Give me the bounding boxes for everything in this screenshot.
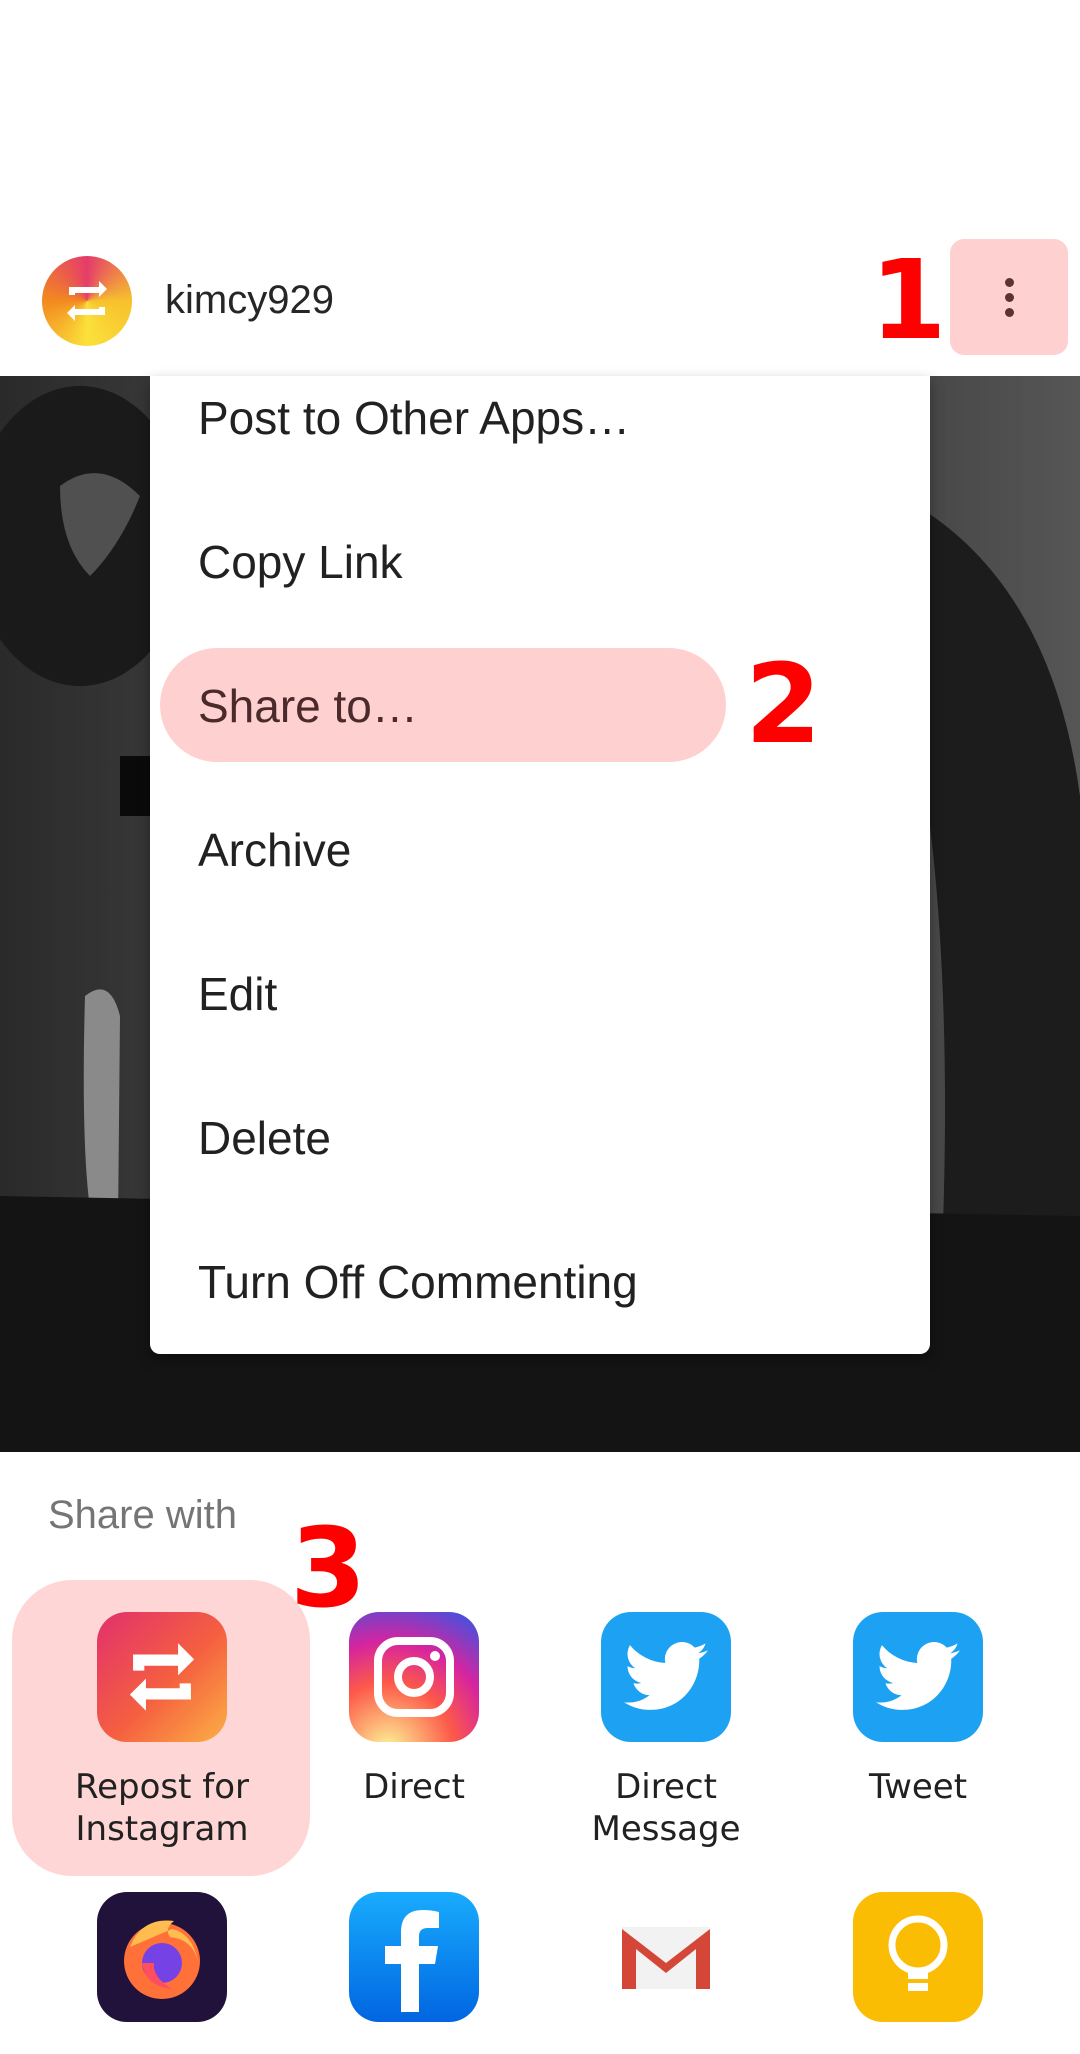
instagram-icon: [349, 1612, 479, 1742]
username[interactable]: kimcy929: [165, 275, 334, 325]
share-target-gmail[interactable]: [541, 1892, 791, 2022]
more-options-button[interactable]: [950, 239, 1068, 355]
share-target-direct[interactable]: Direct: [289, 1612, 539, 1808]
share-target-direct-message[interactable]: Direct Message: [541, 1612, 791, 1850]
more-vertical-icon: [1004, 272, 1014, 323]
app-label: Repost for Instagram: [74, 1767, 249, 1849]
twitter-icon: [853, 1612, 983, 1742]
facebook-icon: [349, 1892, 479, 2022]
menu-item-share-to[interactable]: Share to…: [198, 676, 418, 736]
avatar[interactable]: [42, 256, 132, 346]
app-label: Tweet: [868, 1767, 968, 1807]
post-options-menu: Post to Other Apps… Copy Link Share to… …: [150, 376, 930, 1354]
share-sheet-title: Share with: [48, 1493, 237, 1537]
repost-icon: [97, 1612, 227, 1742]
share-target-repost-for-instagram[interactable]: Repost for Instagram: [37, 1612, 287, 1850]
menu-item-post-to-other-apps[interactable]: Post to Other Apps…: [198, 388, 630, 448]
post-header: kimcy929 1: [0, 0, 1080, 376]
menu-item-archive[interactable]: Archive: [198, 820, 351, 880]
menu-item-delete[interactable]: Delete: [198, 1108, 331, 1168]
firefox-icon: [97, 1892, 227, 2022]
gmail-icon: [601, 1892, 731, 2022]
twitter-icon: [601, 1612, 731, 1742]
menu-item-copy-link[interactable]: Copy Link: [198, 532, 403, 592]
menu-item-edit[interactable]: Edit: [198, 964, 277, 1024]
share-target-keep[interactable]: [793, 1892, 1043, 2022]
app-label: Direct Message: [591, 1767, 741, 1849]
step-2-annotation: 2: [745, 640, 822, 768]
share-target-facebook[interactable]: [289, 1892, 539, 2022]
app-label: Direct: [363, 1767, 465, 1807]
share-target-firefox[interactable]: [37, 1892, 287, 2022]
keep-icon: [853, 1892, 983, 2022]
menu-item-turn-off-commenting[interactable]: Turn Off Commenting: [198, 1252, 638, 1312]
share-target-tweet[interactable]: Tweet: [793, 1612, 1043, 1808]
step-1-annotation: 1: [870, 236, 947, 364]
share-sheet: Share with 3 Repost for Instagram Direct: [0, 1452, 1080, 2054]
repost-icon: [67, 281, 107, 321]
